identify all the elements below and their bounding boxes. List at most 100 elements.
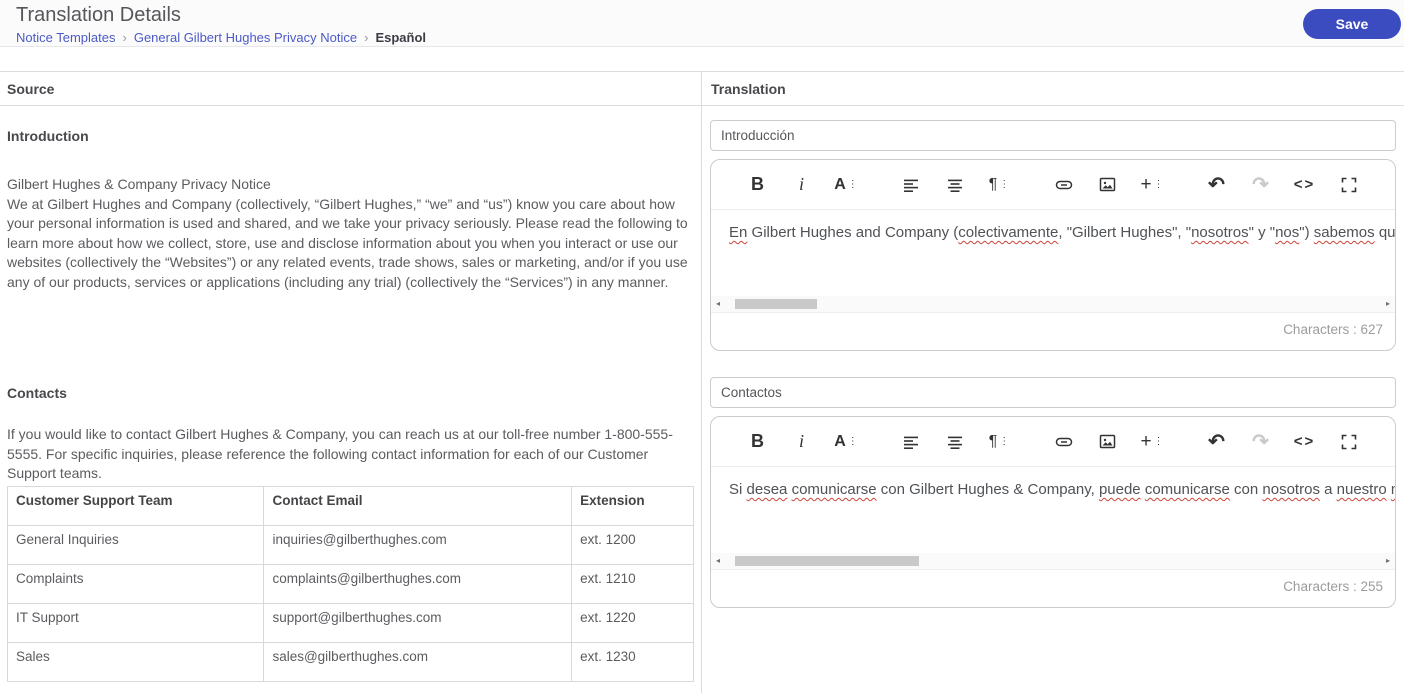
misspelled-word: nuestro [1336, 481, 1387, 498]
undo-icon[interactable]: ↶ [1204, 429, 1229, 454]
scroll-right-arrow-icon[interactable]: ▸ [1381, 296, 1395, 312]
paragraph-format-icon[interactable]: ¶ ⋮ [986, 429, 1011, 454]
misspelled-word: nosotros [1262, 481, 1320, 498]
insert-link-icon[interactable] [1051, 429, 1076, 454]
source-panel: Source Introduction Gilbert Hughes & Com… [0, 72, 702, 693]
scroll-left-arrow-icon[interactable]: ◂ [711, 296, 725, 312]
toolbar-group: ↶ ↷ <> [1204, 172, 1361, 197]
italic-icon[interactable]: i [789, 429, 814, 454]
table-header-email: Contact Email [263, 485, 573, 526]
table-header-row: Customer Support Team Contact Email Exte… [6, 485, 694, 526]
align-left-icon[interactable] [898, 172, 923, 197]
translation-editor-block: Bi A⋮ ¶⋮ +⋮ ↶ ↷ <> Si desea comunicarse con Gi… [702, 377, 1404, 608]
code-view-icon[interactable]: <> [1292, 429, 1317, 454]
source-paragraph: We at Gilbert Hughes and Company (collec… [7, 195, 688, 290]
table-header-extension: Extension [571, 485, 694, 526]
source-section-contacts: Contacts If you would like to contact Gi… [0, 363, 701, 682]
insert-image-icon[interactable] [1095, 429, 1120, 454]
table-cell: ext. 1220 [571, 602, 694, 643]
insert-link-icon[interactable] [1051, 172, 1076, 197]
editor-horizontal-scrollbar[interactable]: ◂ ▸ [711, 553, 1395, 569]
table-cell: Complaints [6, 563, 265, 604]
breadcrumb-notice-templates[interactable]: Notice Templates [16, 30, 115, 45]
redo-icon[interactable]: ↷ [1248, 172, 1273, 197]
undo-icon[interactable]: ↶ [1204, 172, 1229, 197]
breadcrumb: Notice Templates › General Gilbert Hughes … [16, 30, 1404, 45]
editor-text: con Gilbert Hughes & Company, [876, 481, 1099, 498]
editor-content[interactable]: En Gilbert Hughes and Company (colectiva… [711, 210, 1395, 296]
source-section-title: Contacts [7, 385, 67, 401]
translation-title-input[interactable] [710, 120, 1396, 151]
source-paragraph: Gilbert Hughes & Company Privacy Notice [7, 176, 271, 192]
misspelled-word: colectivamente [958, 224, 1059, 241]
insert-image-icon[interactable] [1095, 172, 1120, 197]
bold-icon[interactable]: B [745, 429, 770, 454]
breadcrumb-separator-icon: › [122, 30, 127, 45]
editor-text: ") [1299, 224, 1314, 241]
table-row: IT Support support@gilberthughes.com ext. … [6, 602, 694, 643]
content-columns: Source Introduction Gilbert Hughes & Com… [0, 71, 1404, 693]
editor-text: " y " [1248, 224, 1276, 241]
table-row: Sales sales@gilberthughes.com ext. 1230 [6, 641, 694, 682]
table-cell: complaints@gilberthughes.com [263, 563, 573, 604]
table-cell: IT Support [6, 602, 265, 643]
table-cell: inquiries@gilberthughes.com [263, 524, 573, 565]
align-center-icon[interactable] [942, 429, 967, 454]
font-settings-icon[interactable]: A ⋮ [833, 429, 858, 454]
scrollbar-track[interactable] [725, 296, 1381, 312]
toolbar-group: + ⋮ [1051, 172, 1164, 197]
table-cell: ext. 1230 [571, 641, 694, 682]
table-cell: ext. 1200 [571, 524, 694, 565]
editor-content[interactable]: Si desea comunicarse con Gilbert Hughes … [711, 467, 1395, 553]
translation-title-input[interactable] [710, 377, 1396, 408]
translation-editor-block: Bi A⋮ ¶⋮ +⋮ ↶ ↷ <> En Gilbert Hughes and Compa… [702, 120, 1404, 351]
misspelled-word: comunicarse [1144, 481, 1230, 498]
misspelled-word: comunicarse [791, 481, 877, 498]
italic-icon[interactable]: i [789, 172, 814, 197]
align-left-icon[interactable] [898, 429, 923, 454]
editor-text: Si [729, 481, 747, 498]
character-count: Characters : 627 [711, 312, 1395, 350]
editor-text: con [1229, 481, 1263, 498]
table-row: General Inquiries inquiries@gilberthughes… [6, 524, 694, 565]
scroll-left-arrow-icon[interactable]: ◂ [711, 553, 725, 569]
rich-text-editor: Bi A ⋮ ¶ ⋮ + ⋮ ↶ ↷ <> Si desea comunicarse con Gi… [710, 416, 1396, 608]
more-options-icon[interactable]: + ⋮ [1139, 429, 1164, 454]
source-section-introduction: Introduction Gilbert Hughes & Company Pr… [0, 106, 701, 363]
code-view-icon[interactable]: <> [1292, 172, 1317, 197]
font-settings-icon[interactable]: A ⋮ [833, 172, 858, 197]
table-cell: support@gilberthughes.com [263, 602, 573, 643]
translation-heading: Translation [702, 72, 1404, 106]
scrollbar-thumb[interactable] [734, 299, 817, 309]
redo-icon[interactable]: ↷ [1248, 429, 1273, 454]
paragraph-format-icon[interactable]: ¶ ⋮ [986, 172, 1011, 197]
align-center-icon[interactable] [942, 172, 967, 197]
editor-text: a [1319, 481, 1337, 498]
table-cell: ext. 1210 [571, 563, 694, 604]
scrollbar-thumb[interactable] [734, 556, 919, 566]
scrollbar-track[interactable] [725, 553, 1381, 569]
fullscreen-icon[interactable] [1336, 172, 1361, 197]
toolbar-group: Bi A ⋮ [745, 429, 858, 454]
character-count: Characters : 255 [711, 569, 1395, 607]
source-heading: Source [0, 72, 701, 106]
source-paragraph: If you would like to contact Gilbert Hug… [7, 426, 673, 482]
save-button[interactable]: Save [1303, 9, 1401, 39]
misspelled-word: número [1391, 481, 1395, 498]
editor-toolbar: Bi A ⋮ ¶ ⋮ + ⋮ ↶ ↷ <> [711, 417, 1395, 467]
fullscreen-icon[interactable] [1336, 429, 1361, 454]
misspelled-word: nos [1275, 224, 1300, 241]
bold-icon[interactable]: B [745, 172, 770, 197]
misspelled-word: sabemos [1313, 224, 1375, 241]
editor-text: , "Gilbert Hughes", " [1058, 224, 1192, 241]
toolbar-group: ¶ ⋮ [898, 172, 1011, 197]
more-options-icon[interactable]: + ⋮ [1139, 172, 1164, 197]
page-header: Translation Details Notice Templates › Gen… [0, 0, 1404, 47]
misspelled-word: desea [746, 481, 788, 498]
toolbar-group: ↶ ↷ <> [1204, 429, 1361, 454]
scroll-right-arrow-icon[interactable]: ▸ [1381, 553, 1395, 569]
toolbar-group: Bi A ⋮ [745, 172, 858, 197]
breadcrumb-notice-name[interactable]: General Gilbert Hughes Privacy Notice [134, 30, 357, 45]
editor-horizontal-scrollbar[interactable]: ◂ ▸ [711, 296, 1395, 312]
editor-toolbar: Bi A ⋮ ¶ ⋮ + ⋮ ↶ ↷ <> [711, 160, 1395, 210]
